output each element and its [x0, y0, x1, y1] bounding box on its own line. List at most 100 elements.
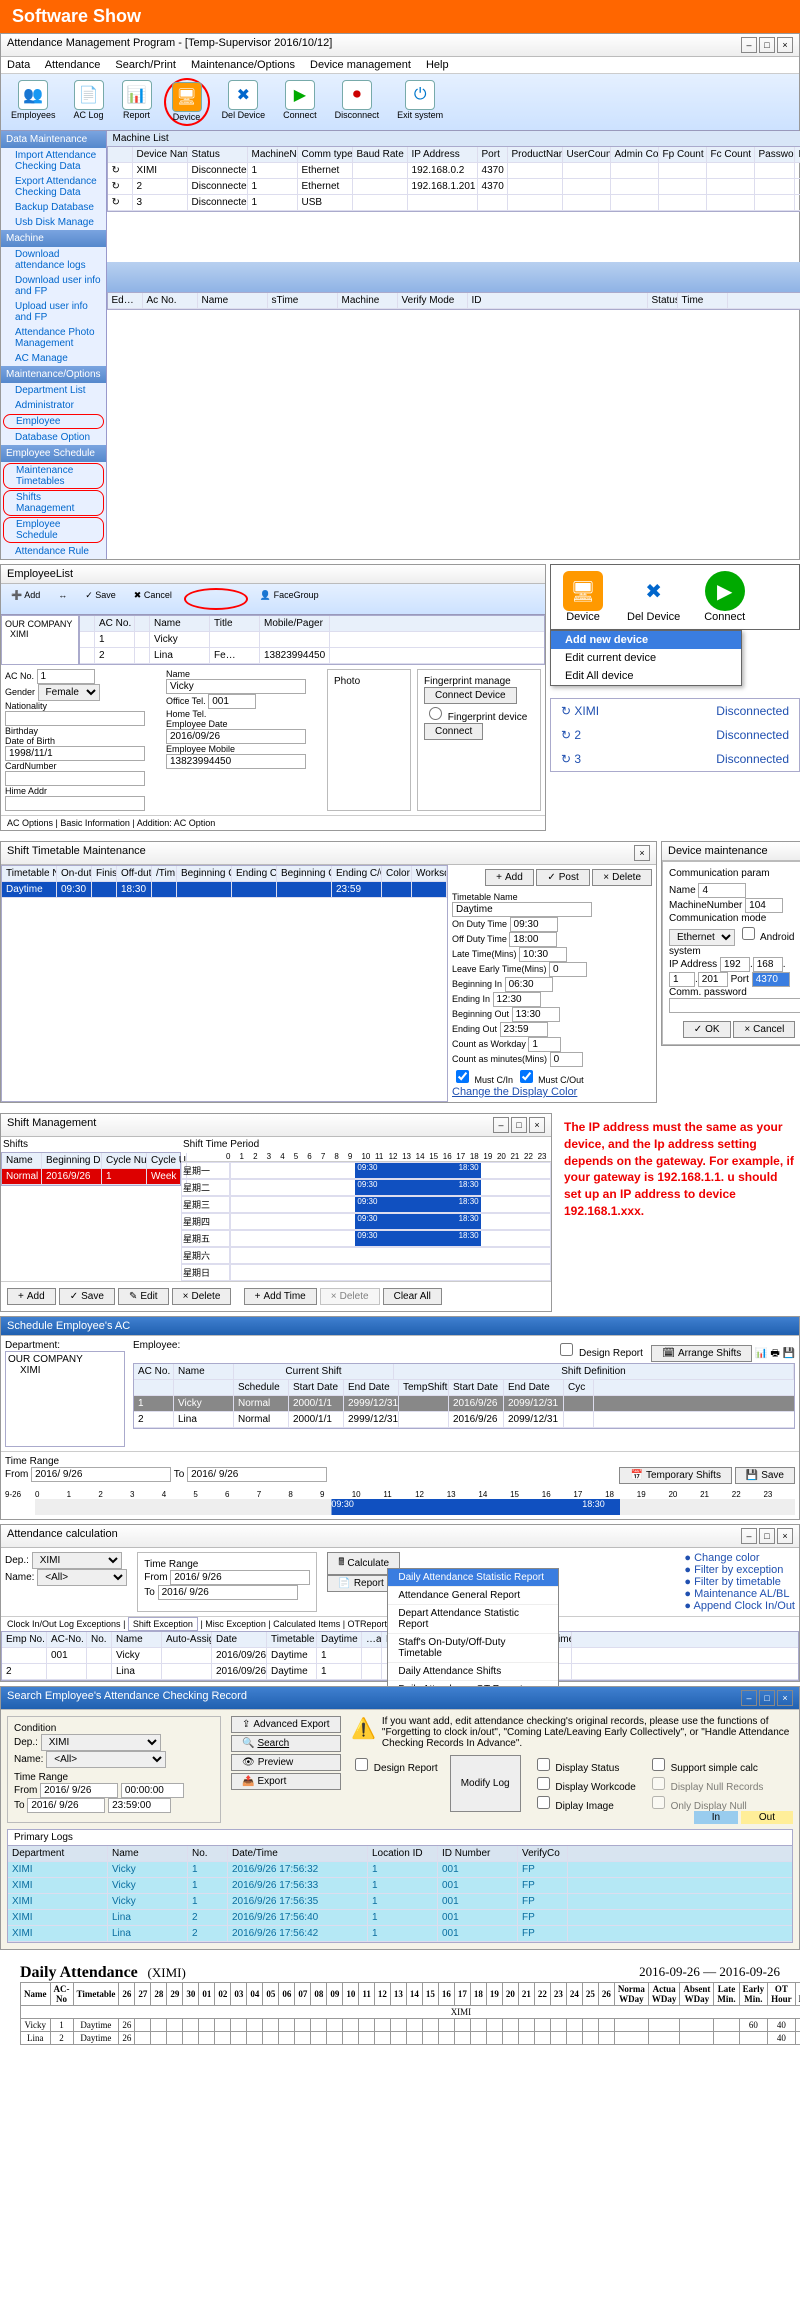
zoom-row[interactable]: ↻ XIMIDisconnected — [551, 699, 799, 723]
tab1[interactable]: Shift Exception — [128, 1617, 198, 1631]
sm-clear[interactable]: Clear All — [383, 1288, 442, 1305]
calc-dep[interactable]: XIMI — [32, 1552, 122, 1569]
menu-data[interactable]: Data — [7, 59, 30, 71]
sb-dept[interactable]: Department List — [1, 383, 106, 398]
srch-ft[interactable] — [121, 1783, 184, 1798]
tt-bi[interactable] — [505, 977, 553, 992]
tb-employees[interactable]: 👥Employees — [5, 78, 62, 126]
link-filterex[interactable]: ● Filter by exception — [684, 1564, 795, 1576]
tab4[interactable]: OTReports — [348, 1619, 392, 1629]
sb-emp-sched[interactable]: Employee Schedule — [3, 517, 104, 543]
max-icon[interactable]: □ — [759, 37, 775, 53]
search-row[interactable]: XIMIVicky12016/9/26 17:56:321001FP — [8, 1862, 792, 1878]
sm-save[interactable]: ✓ Save — [59, 1288, 115, 1305]
cb-must1[interactable] — [456, 1070, 469, 1083]
dm-ip1[interactable] — [753, 957, 783, 972]
tab-basic[interactable]: Basic Information — [60, 818, 130, 828]
tab-add[interactable]: Addition: AC Option — [137, 818, 216, 828]
inp-mobile[interactable] — [166, 754, 306, 769]
srch-from[interactable] — [40, 1783, 118, 1798]
sm-close-icon[interactable]: × — [529, 1117, 545, 1133]
dm-ip3[interactable] — [698, 972, 728, 987]
inp-card[interactable] — [5, 771, 145, 786]
dm-ip2[interactable] — [669, 972, 695, 987]
srch-name[interactable]: <All> — [46, 1751, 166, 1768]
link-filtertt[interactable]: ● Filter by timetable — [684, 1576, 795, 1588]
menu-device[interactable]: Device management — [310, 59, 411, 71]
emp-cancel[interactable]: ✖ Cancel — [128, 588, 178, 610]
tt-cm[interactable] — [550, 1052, 583, 1067]
tt-late[interactable] — [519, 947, 567, 962]
tb-exit[interactable]: ⏻Exit system — [391, 78, 449, 126]
dm-cm[interactable]: Ethernet — [669, 929, 735, 946]
tab-acopt[interactable]: AC Options — [7, 818, 53, 828]
rad-fp[interactable] — [429, 707, 442, 720]
tt-off[interactable] — [509, 932, 557, 947]
z-connect[interactable]: ▶Connect — [692, 565, 757, 629]
search-row[interactable]: XIMIVicky12016/9/26 17:56:331001FP — [8, 1878, 792, 1894]
dm-port[interactable] — [752, 972, 790, 987]
rm-depart[interactable]: Depart Attendance Statistic Report — [388, 1605, 558, 1634]
dm-as[interactable] — [742, 927, 755, 940]
tb-disconnect[interactable]: ⏺Disconnect — [329, 78, 386, 126]
machine-row[interactable]: ↻3Disconnected1USB — [108, 195, 800, 211]
z-del[interactable]: ✖Del Device — [615, 565, 692, 629]
link-maint[interactable]: ● Maintenance AL/BL — [684, 1588, 795, 1600]
inp-nat[interactable] — [5, 711, 145, 726]
sm-del[interactable]: × Delete — [172, 1288, 232, 1305]
inp-acno[interactable] — [37, 669, 95, 684]
tt-post[interactable]: ✓ Post — [536, 869, 589, 886]
emp-row[interactable]: 1Vicky — [80, 632, 544, 648]
sb-dl-user[interactable]: Download user info and FP — [1, 273, 106, 299]
btn-modify[interactable]: Modify Log — [450, 1755, 521, 1812]
cb-ds[interactable] — [537, 1758, 550, 1771]
sb-photo[interactable]: Attendance Photo Management — [1, 325, 106, 351]
cb-simple[interactable] — [652, 1758, 665, 1771]
sb-att-rule[interactable]: Attendance Rule — [1, 544, 106, 559]
btn-preview[interactable]: 👁 Preview — [231, 1754, 341, 1771]
sb-import[interactable]: Import Attendance Checking Data — [1, 148, 106, 174]
btn-search[interactable]: 🔍 Search — [231, 1735, 341, 1752]
emp-swap[interactable]: ↔ — [52, 588, 73, 610]
sb-export[interactable]: Export Attendance Checking Data — [1, 174, 106, 200]
sb-backup[interactable]: Backup Database — [1, 200, 106, 215]
emp-save[interactable]: ✓ Save — [79, 588, 122, 610]
dm-pw[interactable] — [669, 998, 800, 1013]
btn-adv[interactable]: ⇪ Advanced Export — [231, 1716, 341, 1733]
sm-min-icon[interactable]: – — [493, 1117, 509, 1133]
menu-help[interactable]: Help — [426, 59, 449, 71]
inp-empdt[interactable] — [166, 729, 306, 744]
emp-tree[interactable]: OUR COMPANY XIMI — [1, 615, 79, 665]
tb-connect[interactable]: ▶Connect — [277, 78, 323, 126]
tt-eo[interactable] — [500, 1022, 548, 1037]
sm-add[interactable]: + Add — [7, 1288, 56, 1305]
btn-connect-device[interactable]: Connect Device — [424, 687, 517, 704]
inp-addr[interactable] — [5, 796, 145, 811]
calc-from[interactable] — [170, 1570, 310, 1585]
emp-facegroup[interactable]: 👤 FaceGroup — [254, 588, 325, 610]
sb-usb[interactable]: Usb Disk Manage — [1, 215, 106, 230]
cb-di[interactable] — [537, 1796, 550, 1809]
tt-leave[interactable] — [549, 962, 587, 977]
tt-on[interactable] — [510, 917, 558, 932]
search-row[interactable]: XIMIVicky12016/9/26 17:56:351001FP — [8, 1894, 792, 1910]
srch-tt[interactable] — [108, 1798, 171, 1813]
calc-to[interactable] — [158, 1585, 298, 1600]
tb-report[interactable]: 📊Report — [116, 78, 158, 126]
tab0[interactable]: Clock In/Out Log Exceptions — [7, 1619, 121, 1629]
tb-deldevice[interactable]: ✖Del Device — [216, 78, 272, 126]
rm-general[interactable]: Attendance General Report — [388, 1587, 558, 1605]
tb-aclog[interactable]: 📄AC Log — [68, 78, 110, 126]
btn-report[interactable]: 📄 Report — [327, 1575, 394, 1592]
srch-dep[interactable]: XIMI — [41, 1734, 161, 1751]
sched-tree[interactable]: OUR COMPANY XIMI — [5, 1351, 125, 1447]
inp-dob[interactable] — [5, 746, 145, 761]
cb-design[interactable] — [355, 1758, 368, 1771]
sched-row[interactable]: 1VickyNormal2000/1/12999/12/312016/9/262… — [134, 1396, 794, 1412]
sb-ul-user[interactable]: Upload user info and FP — [1, 299, 106, 325]
search-row[interactable]: XIMILina22016/9/26 17:56:421001FP — [8, 1926, 792, 1942]
dm-ok[interactable]: ✓ OK — [683, 1021, 731, 1038]
z-device[interactable]: 🖥Device — [551, 565, 615, 629]
tt-del[interactable]: × Delete — [592, 869, 652, 886]
emp-add[interactable]: ➕ Add — [5, 588, 46, 610]
